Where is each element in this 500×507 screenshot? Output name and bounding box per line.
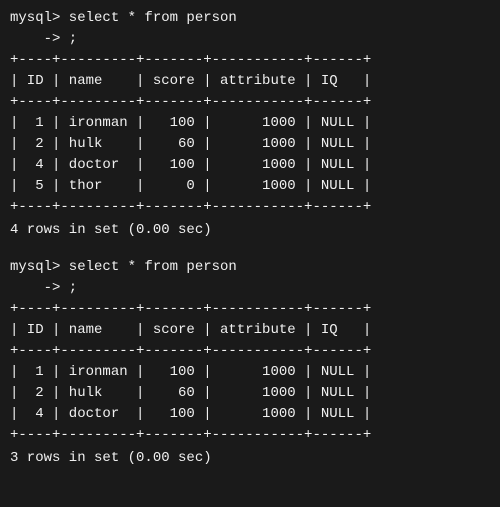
table-separator-bot: +----+---------+-------+-----------+----… bbox=[10, 425, 490, 446]
terminal-window: mysql> select * from person -> ;+----+--… bbox=[10, 8, 490, 469]
result-line: 3 rows in set (0.00 sec) bbox=[10, 448, 490, 469]
table-row: | 4 | doctor | 100 | 1000 | NULL | bbox=[10, 404, 490, 425]
table-separator-mid: +----+---------+-------+-----------+----… bbox=[10, 341, 490, 362]
table-row: | 4 | doctor | 100 | 1000 | NULL | bbox=[10, 155, 490, 176]
table-separator-top: +----+---------+-------+-----------+----… bbox=[10, 299, 490, 320]
terminal-block-2: mysql> select * from person -> ;+----+--… bbox=[10, 257, 490, 469]
table-container: +----+---------+-------+-----------+----… bbox=[10, 299, 490, 446]
table-header: | ID | name | score | attribute | IQ | bbox=[10, 320, 490, 341]
table-row: | 2 | hulk | 60 | 1000 | NULL | bbox=[10, 383, 490, 404]
table-row: | 1 | ironman | 100 | 1000 | NULL | bbox=[10, 113, 490, 134]
continuation-line: -> ; bbox=[10, 29, 490, 50]
table-container: +----+---------+-------+-----------+----… bbox=[10, 50, 490, 218]
table-separator-top: +----+---------+-------+-----------+----… bbox=[10, 50, 490, 71]
table-separator-bot: +----+---------+-------+-----------+----… bbox=[10, 197, 490, 218]
terminal-block-1: mysql> select * from person -> ;+----+--… bbox=[10, 8, 490, 241]
table-separator-mid: +----+---------+-------+-----------+----… bbox=[10, 92, 490, 113]
table-row: | 1 | ironman | 100 | 1000 | NULL | bbox=[10, 362, 490, 383]
table-row: | 5 | thor | 0 | 1000 | NULL | bbox=[10, 176, 490, 197]
table-header: | ID | name | score | attribute | IQ | bbox=[10, 71, 490, 92]
prompt-line: mysql> select * from person bbox=[10, 8, 490, 29]
table-row: | 2 | hulk | 60 | 1000 | NULL | bbox=[10, 134, 490, 155]
result-line: 4 rows in set (0.00 sec) bbox=[10, 220, 490, 241]
prompt-line: mysql> select * from person bbox=[10, 257, 490, 278]
continuation-line: -> ; bbox=[10, 278, 490, 299]
